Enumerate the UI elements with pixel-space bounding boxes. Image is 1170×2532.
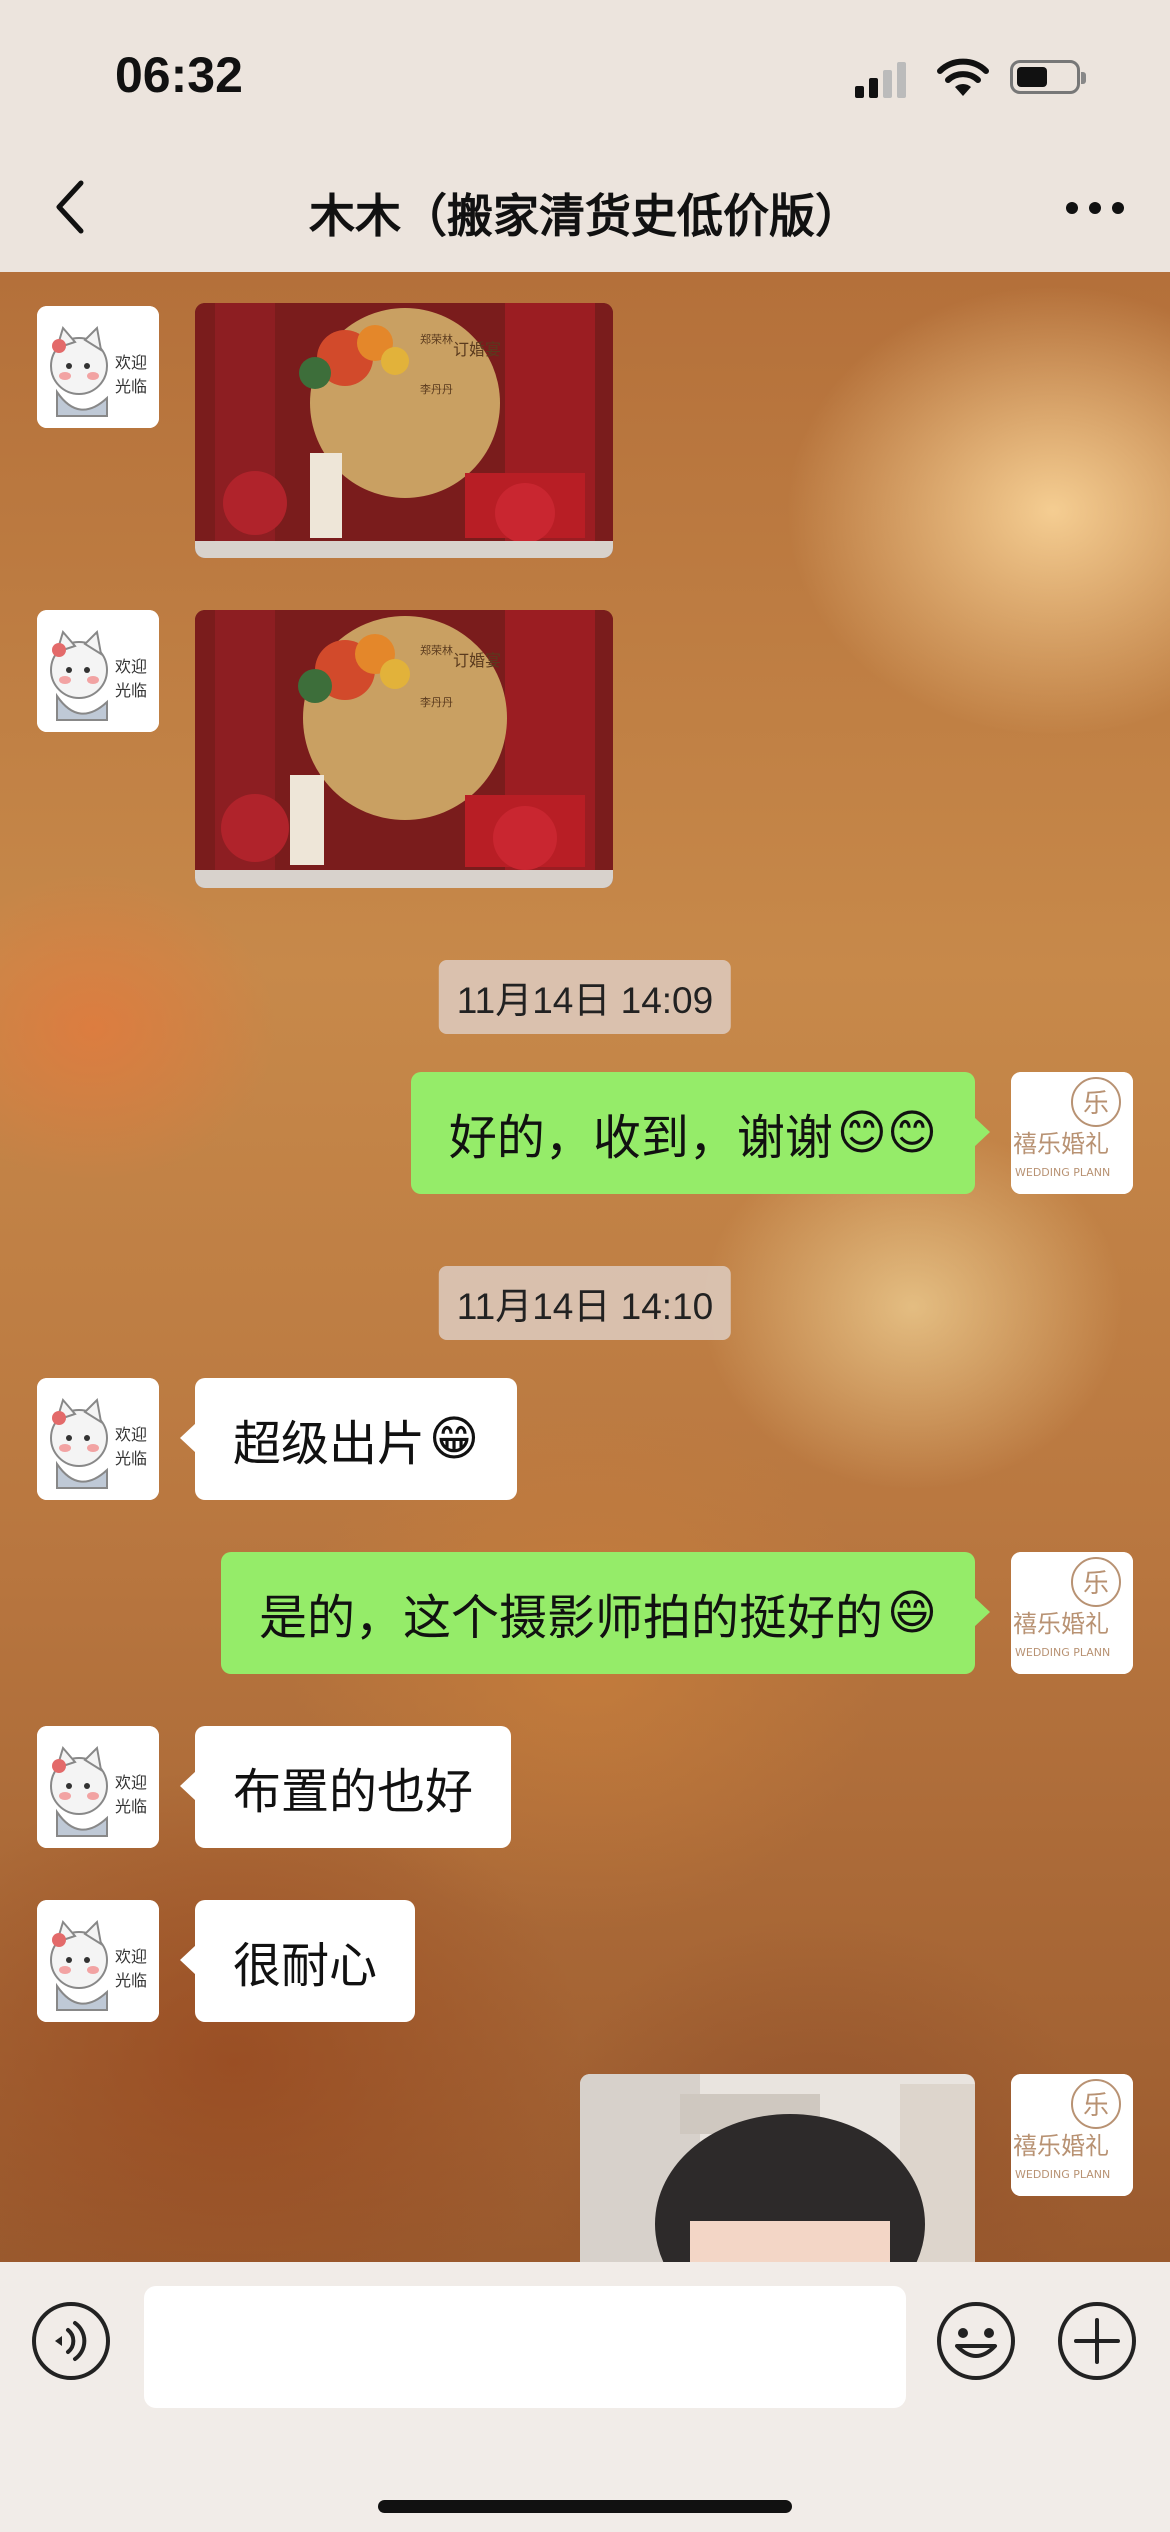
battery-icon — [1010, 60, 1086, 94]
svg-text:WEDDING PLANN: WEDDING PLANN — [1015, 1166, 1110, 1179]
svg-text:郑荣林: 郑荣林 — [420, 332, 453, 346]
contact-avatar[interactable]: 欢迎 光临 — [37, 1900, 159, 2022]
plus-circle-icon — [1058, 2302, 1136, 2380]
message-image-child[interactable] — [580, 2074, 975, 2262]
message-text: 好的，收到，谢谢 — [448, 1110, 833, 1166]
message-bubble-outgoing[interactable]: 好的，收到，谢谢 😊😊 — [410, 1072, 991, 1194]
svg-text:订婚宴: 订婚宴 — [453, 340, 501, 359]
message-image-decor[interactable]: 订婚宴 郑荣林 李丹丹 — [195, 610, 613, 888]
smile-emoji: 😊😊 — [836, 1105, 937, 1161]
contact-avatar[interactable]: 欢迎 光临 — [37, 1726, 159, 1848]
wedding-logo-icon: 乐 禧乐婚礼 WEDDING PLANN — [1011, 1552, 1133, 1674]
message-input[interactable] — [144, 2286, 906, 2408]
voice-input-button[interactable] — [30, 2300, 112, 2386]
svg-text:李丹丹: 李丹丹 — [420, 695, 453, 709]
cat-avatar-icon: 欢迎 光临 — [37, 1378, 159, 1500]
message-bubble-incoming[interactable]: 布置的也好 — [179, 1726, 512, 1848]
my-avatar[interactable]: 乐 禧乐婚礼 WEDDING PLANN — [1011, 2074, 1133, 2196]
contact-avatar[interactable]: 欢迎 光临 — [37, 610, 159, 732]
grin-emoji: 😁 — [429, 1411, 480, 1467]
wedding-decor-photo: 订婚宴 郑荣林 李丹丹 — [195, 610, 613, 888]
emoji-button[interactable] — [935, 2300, 1017, 2386]
message-bubble-outgoing[interactable]: 是的，这个摄影师拍的挺好的 😄 — [220, 1552, 991, 1674]
wedding-logo-icon: 乐 禧乐婚礼 WEDDING PLANN — [1011, 2074, 1133, 2196]
svg-text:光临: 光临 — [115, 377, 147, 396]
message-bubble-incoming[interactable]: 很耐心 — [179, 1900, 416, 2022]
contact-avatar[interactable]: 欢迎 光临 — [37, 306, 159, 428]
cat-avatar-icon: 欢迎 光临 — [37, 306, 159, 428]
more-dots-icon — [1066, 201, 1124, 214]
my-avatar[interactable]: 乐 禧乐婚礼 WEDDING PLANN — [1011, 1072, 1133, 1194]
svg-text:订婚宴: 订婚宴 — [453, 651, 501, 670]
voice-icon — [32, 2302, 110, 2380]
message-text: 是的，这个摄影师拍的挺好的 — [258, 1590, 883, 1646]
svg-text:光临: 光临 — [115, 1971, 147, 1990]
svg-text:禧乐婚礼: 禧乐婚礼 — [1013, 1130, 1109, 1158]
svg-text:光临: 光临 — [115, 1797, 147, 1816]
child-photo — [580, 2074, 975, 2262]
svg-text:欢迎: 欢迎 — [115, 1425, 147, 1444]
cat-avatar-icon: 欢迎 光临 — [37, 1900, 159, 2022]
status-bar: 06:32 — [0, 0, 1170, 150]
message-timestamp: 11月14日 14:10 — [438, 1266, 732, 1340]
svg-text:乐: 乐 — [1083, 1089, 1109, 1119]
message-text: 布置的也好 — [233, 1764, 474, 1820]
contact-avatar[interactable]: 欢迎 光临 — [37, 1378, 159, 1500]
svg-text:欢迎: 欢迎 — [115, 657, 147, 676]
svg-text:欢迎: 欢迎 — [115, 353, 147, 372]
svg-text:光临: 光临 — [115, 1449, 147, 1468]
svg-text:禧乐婚礼: 禧乐婚礼 — [1013, 2132, 1109, 2160]
message-image-decor[interactable]: 订婚宴 郑荣林 李丹丹 — [195, 303, 613, 558]
svg-text:WEDDING PLANN: WEDDING PLANN — [1015, 2168, 1110, 2181]
message-text: 很耐心 — [233, 1938, 378, 1994]
wedding-decor-photo: 订婚宴 郑荣林 李丹丹 — [195, 303, 613, 558]
input-bar — [0, 2262, 1170, 2532]
wedding-logo-icon: 乐 禧乐婚礼 WEDDING PLANN — [1011, 1072, 1133, 1194]
svg-text:欢迎: 欢迎 — [115, 1947, 147, 1966]
svg-text:李丹丹: 李丹丹 — [420, 382, 453, 396]
message-text: 超级出片 — [233, 1416, 426, 1472]
laugh-emoji: 😄 — [886, 1585, 937, 1641]
svg-text:禧乐婚礼: 禧乐婚礼 — [1013, 1610, 1109, 1638]
my-avatar[interactable]: 乐 禧乐婚礼 WEDDING PLANN — [1011, 1552, 1133, 1674]
home-indicator[interactable] — [378, 2500, 792, 2513]
message-timestamp: 11月14日 14:09 — [438, 960, 732, 1034]
nav-bar: 木木（搬家清货史低价版） — [0, 150, 1170, 272]
more-functions-button[interactable] — [1056, 2300, 1138, 2386]
wifi-icon — [937, 58, 989, 96]
svg-text:欢迎: 欢迎 — [115, 1773, 147, 1792]
svg-text:郑荣林: 郑荣林 — [420, 643, 453, 657]
chat-message-list[interactable]: 欢迎 光临 订婚宴 郑荣林 李丹丹 欢迎 光临 订婚宴 郑荣林 李丹丹 11月1… — [0, 272, 1170, 2262]
message-bubble-incoming[interactable]: 超级出片 😁 — [179, 1378, 518, 1500]
status-time: 06:32 — [115, 47, 243, 103]
cat-avatar-icon: 欢迎 光临 — [37, 610, 159, 732]
svg-text:乐: 乐 — [1083, 2091, 1109, 2121]
chat-title: 木木（搬家清货史低价版） — [309, 189, 861, 243]
cellular-signal-icon — [855, 62, 906, 98]
svg-text:WEDDING PLANN: WEDDING PLANN — [1015, 1646, 1110, 1659]
cat-avatar-icon: 欢迎 光临 — [37, 1726, 159, 1848]
svg-text:光临: 光临 — [115, 681, 147, 700]
more-options-button[interactable] — [1060, 180, 1130, 235]
svg-text:乐: 乐 — [1083, 1569, 1109, 1599]
smiley-icon — [937, 2302, 1015, 2380]
